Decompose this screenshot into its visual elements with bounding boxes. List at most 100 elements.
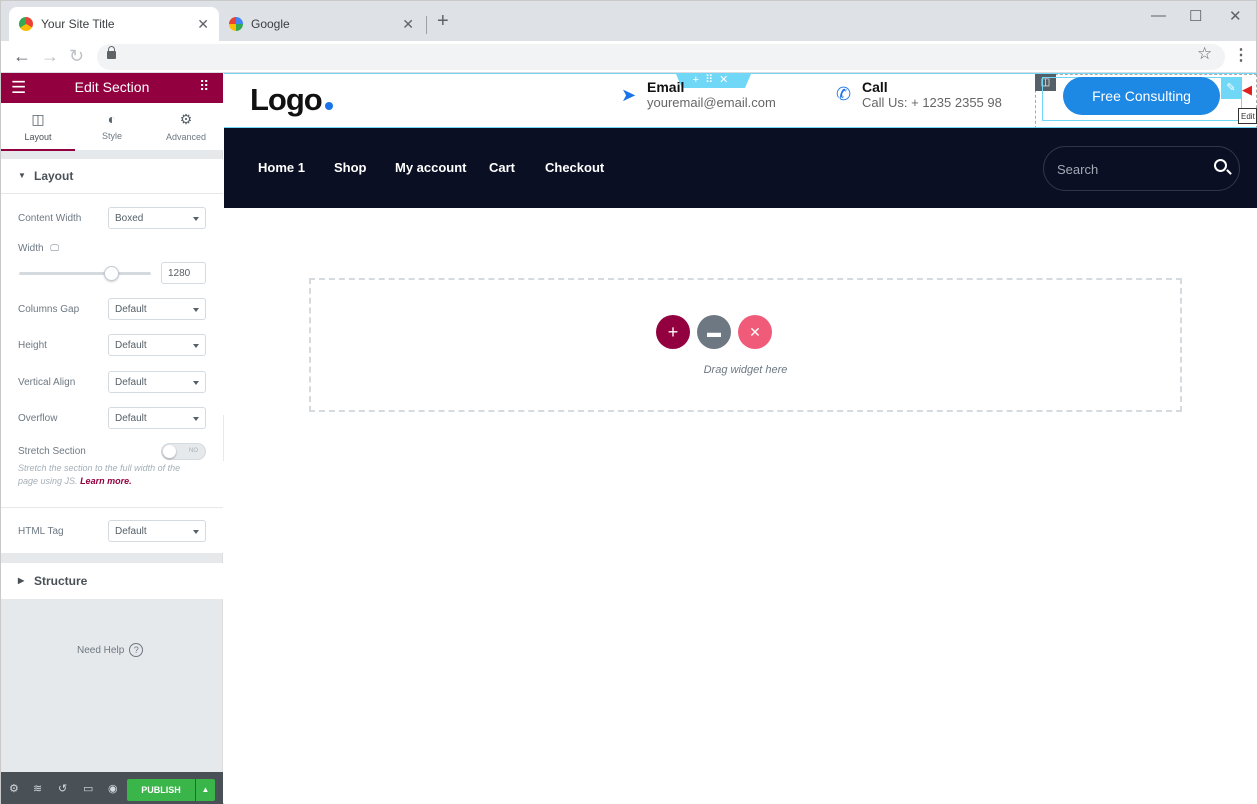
email-heading: Email: [647, 79, 685, 95]
call-value: Call Us: + 1235 2355 98: [862, 95, 1002, 110]
nav-item-shop[interactable]: Shop: [334, 160, 367, 175]
content-width-label: Content Width: [18, 213, 82, 224]
structure-section[interactable]: ▶ Structure: [1, 563, 223, 599]
site-nav-bar: Home 1 Shop My account Cart Checkout Sea…: [224, 128, 1257, 208]
section-toolbar[interactable]: +⠿✕: [676, 74, 751, 88]
new-tab-button[interactable]: +: [437, 10, 449, 32]
browser-window: Your Site Title ✕ Google ✕ + — ☐ ✕ ← → ↻…: [0, 0, 1257, 804]
settings-gear-icon[interactable]: ⚙: [9, 782, 19, 795]
section-heading: Layout: [34, 169, 74, 183]
red-arrow-indicator-icon: ◀: [1242, 82, 1252, 97]
maximize-button[interactable]: ☐: [1189, 7, 1202, 25]
address-bar: ← → ↻ ☆ ⋮: [1, 41, 1256, 73]
edit-tooltip: Edit: [1238, 108, 1257, 124]
width-number-input[interactable]: 1280: [161, 262, 206, 284]
site-logo[interactable]: Logo: [250, 82, 333, 118]
tab-layout[interactable]: ◫ Layout: [1, 103, 75, 151]
add-section-plus-icon[interactable]: +: [656, 315, 690, 349]
empty-section-dropzone[interactable]: + ▬ ✕ Drag widget here: [309, 278, 1182, 412]
free-consulting-button[interactable]: Free Consulting: [1063, 77, 1220, 115]
stretch-section-toggle[interactable]: NO: [161, 443, 206, 460]
nav-item-home[interactable]: Home 1: [258, 160, 305, 175]
divider: [1, 507, 223, 508]
nav-item-checkout[interactable]: Checkout: [545, 160, 604, 175]
caret-down-icon: ▼: [18, 171, 26, 180]
overflow-select[interactable]: Default: [108, 407, 206, 429]
tab-close-icon[interactable]: ✕: [402, 16, 414, 33]
reload-icon[interactable]: ↻: [69, 46, 84, 66]
search-placeholder: Search: [1057, 162, 1099, 177]
lock-icon: [107, 46, 116, 59]
url-input[interactable]: [97, 44, 1225, 70]
publish-options-arrow-icon[interactable]: ▲: [196, 779, 215, 801]
history-icon[interactable]: ↺: [58, 782, 67, 795]
tab-label: Advanced: [165, 132, 207, 142]
navigator-layers-icon[interactable]: ≋: [33, 782, 42, 795]
nav-item-my-account[interactable]: My account: [395, 160, 467, 175]
tab-separator: [426, 16, 427, 34]
browser-menu-icon[interactable]: ⋮: [1233, 45, 1249, 65]
tab-advanced[interactable]: ⚙ Advanced: [149, 103, 223, 151]
tab-your-site-title[interactable]: Your Site Title ✕: [9, 7, 219, 41]
width-slider-track[interactable]: [19, 272, 151, 275]
height-label: Height: [18, 340, 47, 351]
email-value: youremail@email.com: [647, 95, 776, 110]
google-favicon-icon: [229, 17, 243, 31]
edit-widget-pencil-icon[interactable]: ✎: [1221, 77, 1241, 99]
content-width-select[interactable]: Boxed: [108, 207, 206, 229]
caret-right-icon: ▶: [18, 576, 25, 585]
widgets-grid-icon[interactable]: ⠿: [199, 78, 209, 95]
width-label: Width 🖵: [18, 243, 59, 254]
paper-plane-icon: ➤: [621, 85, 637, 105]
logo-text: Logo: [250, 82, 323, 117]
call-heading: Call: [862, 79, 888, 95]
search-icon[interactable]: [1214, 159, 1227, 172]
panel-header: ☰ Edit Section ⠿: [1, 73, 223, 103]
vertical-align-select[interactable]: Default: [108, 371, 206, 393]
toggle-state: NO: [189, 448, 198, 454]
divider: [1, 193, 223, 194]
learn-more-link[interactable]: Learn more.: [80, 476, 132, 486]
tab-label: Layout: [24, 132, 52, 142]
preview-eye-icon[interactable]: ◉: [108, 782, 118, 795]
nav-item-cart[interactable]: Cart: [489, 160, 515, 175]
gear-icon: ⚙: [179, 111, 193, 127]
editor-panel: ☰ Edit Section ⠿ ◫ Layout ◐ Style ⚙ Adva…: [1, 73, 223, 804]
responsive-mode-icon[interactable]: ▭: [83, 782, 93, 795]
need-help-link[interactable]: Need Help?: [77, 643, 144, 657]
tab-close-icon[interactable]: ✕: [197, 16, 209, 33]
back-arrow-icon[interactable]: ←: [13, 46, 31, 66]
panel-title: Edit Section: [74, 79, 150, 95]
help-question-icon: ?: [129, 643, 144, 657]
section-heading: Structure: [34, 574, 88, 588]
overflow-label: Overflow: [18, 413, 58, 424]
layout-section-header[interactable]: ▼ Layout: [1, 159, 223, 193]
drag-widget-hint: Drag widget here: [703, 364, 788, 376]
chrome-favicon-icon: [19, 17, 33, 31]
panel-tabs: ◫ Layout ◐ Style ⚙ Advanced: [1, 103, 223, 151]
add-template-folder-icon[interactable]: ▬: [697, 315, 731, 349]
tab-title: Your Site Title: [41, 17, 115, 31]
bookmark-star-icon[interactable]: ☆: [1197, 44, 1212, 64]
structure-section-header[interactable]: ▶ Structure: [1, 564, 223, 598]
phone-icon: ✆: [836, 84, 852, 104]
columns-gap-select[interactable]: Default: [108, 298, 206, 320]
desktop-monitor-icon[interactable]: 🖵: [50, 243, 59, 253]
logo-dot-icon: [324, 102, 333, 110]
publish-button[interactable]: PUBLISH: [127, 779, 195, 801]
style-half-circle-icon: ◐: [107, 111, 117, 127]
tab-bar: Your Site Title ✕ Google ✕ + — ☐ ✕: [1, 1, 1256, 41]
height-select[interactable]: Default: [108, 334, 206, 356]
site-header-section[interactable]: Logo +⠿✕ ➤ Email youremail@email.com ✆ C…: [224, 73, 1257, 129]
forward-arrow-icon[interactable]: →: [41, 46, 59, 66]
minimize-button[interactable]: —: [1151, 7, 1166, 24]
stretch-section-description: Stretch the section to the full width of…: [18, 462, 198, 488]
html-tag-select[interactable]: Default: [108, 520, 206, 542]
tab-label: Style: [101, 131, 122, 141]
site-search-input[interactable]: Search: [1043, 146, 1240, 191]
tab-google[interactable]: Google ✕: [219, 7, 424, 41]
layout-icon: ◫: [31, 111, 45, 127]
close-x-icon[interactable]: ✕: [738, 315, 772, 349]
close-window-button[interactable]: ✕: [1229, 7, 1242, 25]
tab-style[interactable]: ◐ Style: [75, 103, 149, 151]
